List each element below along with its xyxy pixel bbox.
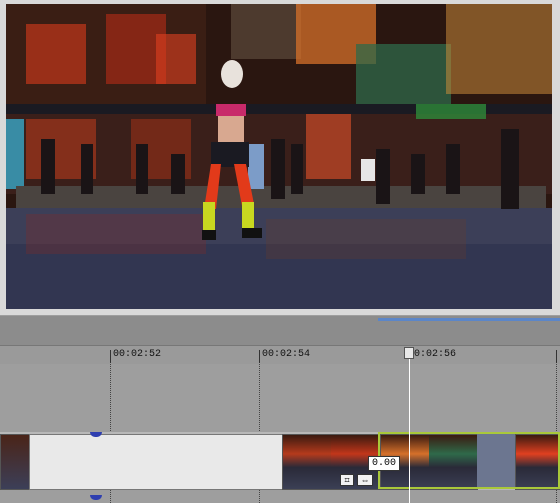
playhead-icon[interactable] (404, 347, 414, 359)
playhead-line[interactable] (409, 352, 410, 503)
ruler-label-3: 0:02:56 (414, 349, 457, 360)
video-preview-panel (0, 0, 560, 315)
ruler-tick (556, 350, 557, 363)
ruler-tick (110, 350, 111, 363)
video-scene (6, 4, 552, 309)
video-event-gap[interactable] (29, 434, 284, 490)
selected-event-outline (378, 432, 560, 489)
ruler-label-2: 00:02:54 (262, 349, 311, 360)
ruler-tick (259, 350, 260, 363)
crop-icon[interactable]: ⌗ (340, 474, 354, 486)
pan-icon[interactable]: ⇔ (357, 474, 373, 486)
ruler-label-1: 00:02:52 (113, 349, 162, 360)
video-frame (6, 4, 552, 309)
timeline-tracks[interactable] (0, 364, 560, 503)
timeline-ruler[interactable]: 00:02:52 00:02:54 0:02:56 (0, 345, 560, 365)
timeline-scroll-thumb[interactable] (378, 318, 560, 321)
event-value-badge: 0.00 (368, 456, 401, 471)
video-event-clip[interactable] (0, 434, 31, 490)
fade-handle[interactable] (90, 495, 102, 500)
